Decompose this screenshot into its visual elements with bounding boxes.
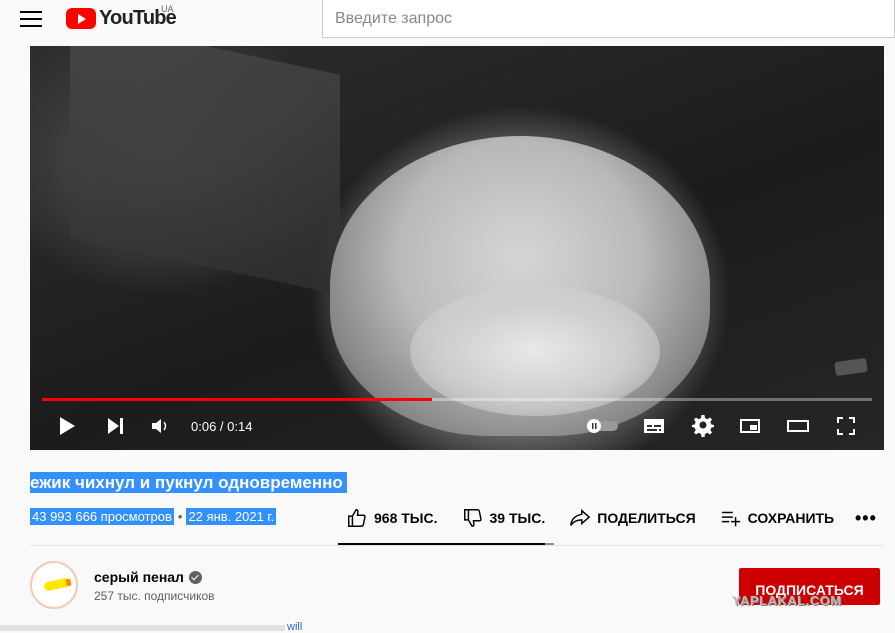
share-icon bbox=[570, 509, 591, 526]
volume-icon bbox=[152, 419, 167, 433]
autoplay-toggle[interactable] bbox=[584, 414, 620, 438]
country-code: UA bbox=[161, 4, 174, 14]
masthead: YouTube UA bbox=[0, 0, 895, 46]
divider bbox=[30, 545, 884, 546]
search-box[interactable] bbox=[322, 0, 895, 38]
like-count: 968 ТЫС. bbox=[374, 510, 438, 526]
theater-mode-button[interactable] bbox=[786, 414, 810, 438]
channel-name-text: серый пенал bbox=[94, 569, 184, 585]
dislike-button[interactable]: 39 ТЫС. bbox=[462, 507, 546, 529]
save-button[interactable]: СОХРАНИТЬ bbox=[720, 507, 834, 529]
fullscreen-icon bbox=[837, 417, 855, 435]
video-frame-hedgehog-face bbox=[410, 286, 660, 416]
video-actions: 968 ТЫС. 39 ТЫС. ПОДЕЛИТЬСЯ СОХРАНИТЬ bbox=[338, 500, 858, 536]
play-icon bbox=[60, 417, 75, 435]
subtitles-icon bbox=[644, 419, 664, 433]
next-icon bbox=[108, 418, 123, 434]
player-controls: 0:06 / 0:14 bbox=[30, 406, 884, 450]
description-edge bbox=[0, 625, 285, 631]
search-input[interactable] bbox=[323, 0, 894, 37]
miniplayer-icon bbox=[740, 419, 760, 433]
sentiment-bar-likes bbox=[338, 543, 546, 545]
theater-mode-icon bbox=[787, 420, 809, 432]
time-display: 0:06 / 0:14 bbox=[191, 419, 253, 434]
play-button[interactable] bbox=[54, 414, 78, 438]
miniplayer-button[interactable] bbox=[738, 414, 762, 438]
thumbs-down-icon bbox=[463, 509, 482, 527]
sentiment-bar bbox=[338, 543, 554, 545]
fullscreen-button[interactable] bbox=[834, 414, 858, 438]
thumbs-up-icon bbox=[348, 509, 366, 527]
watermark: YAPLAKAL.COM bbox=[732, 593, 842, 608]
youtube-logo[interactable]: YouTube bbox=[66, 7, 177, 29]
share-button[interactable]: ПОДЕЛИТЬСЯ bbox=[569, 507, 696, 529]
add-to-playlist-icon bbox=[721, 511, 740, 527]
subtitles-button[interactable] bbox=[642, 414, 666, 438]
progress-bar[interactable] bbox=[42, 398, 872, 401]
description-fragment: will bbox=[287, 621, 303, 633]
youtube-play-icon bbox=[66, 7, 96, 29]
channel-name[interactable]: серый пенал bbox=[94, 569, 202, 585]
settings-button[interactable] bbox=[691, 414, 715, 438]
video-title: ежик чихнул и пукнул одновременно bbox=[30, 472, 347, 493]
share-label: ПОДЕЛИТЬСЯ bbox=[597, 510, 696, 526]
more-actions-button[interactable]: ••• bbox=[855, 508, 877, 529]
channel-avatar[interactable] bbox=[30, 561, 78, 609]
menu-icon[interactable] bbox=[20, 11, 42, 27]
like-button[interactable]: 968 ТЫС. bbox=[346, 507, 438, 529]
pencil-case-tip bbox=[65, 578, 72, 587]
verified-icon bbox=[188, 570, 202, 584]
video-info: 43 993 666 просмотров • 22 янв. 2021 г. bbox=[30, 508, 277, 525]
next-button[interactable] bbox=[103, 414, 127, 438]
video-player[interactable]: 0:06 / 0:14 bbox=[30, 46, 884, 450]
gear-icon bbox=[692, 415, 714, 437]
save-label: СОХРАНИТЬ bbox=[747, 510, 835, 526]
publish-date: 22 янв. 2021 г. bbox=[186, 508, 277, 525]
dislike-count: 39 ТЫС. bbox=[489, 510, 546, 526]
info-separator: • bbox=[177, 509, 183, 524]
volume-button[interactable] bbox=[148, 414, 172, 438]
view-count: 43 993 666 просмотров bbox=[30, 508, 174, 525]
subscriber-count: 257 тыс. подписчиков bbox=[94, 589, 215, 603]
progress-bar-played bbox=[42, 398, 433, 401]
autoplay-icon bbox=[586, 419, 618, 433]
